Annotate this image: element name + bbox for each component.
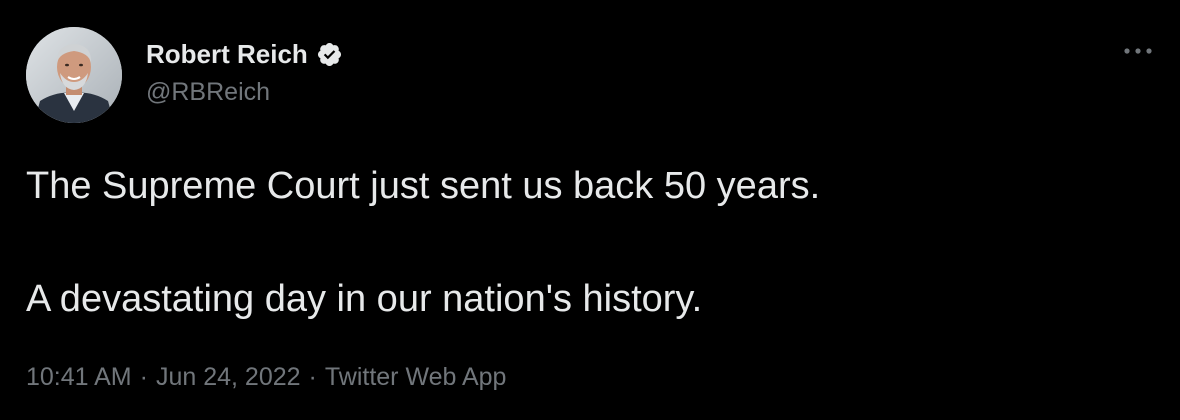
avatar-photo	[26, 27, 122, 123]
meta-separator: ·	[139, 363, 148, 391]
tweet-card: Robert Reich @RBReich The Supreme Court …	[0, 0, 1180, 420]
tweet-text-line: A devastating day in our nation's histor…	[26, 278, 703, 320]
tweet-text-line: The Supreme Court just sent us back 50 y…	[26, 165, 821, 207]
avatar[interactable]	[26, 27, 122, 123]
tweet-date[interactable]: Jun 24, 2022	[156, 363, 301, 391]
tweet-metadata: 10:41 AM · Jun 24, 2022 · Twitter Web App	[26, 361, 506, 393]
meta-separator: ·	[308, 363, 317, 391]
more-options-icon[interactable]	[1118, 34, 1158, 68]
tweet-source[interactable]: Twitter Web App	[325, 363, 507, 391]
verified-badge-icon	[316, 41, 343, 68]
author-handle[interactable]: @RBReich	[146, 78, 270, 107]
author-name-row: Robert Reich	[146, 37, 343, 71]
author-display-name[interactable]: Robert Reich	[146, 39, 308, 70]
tweet-time[interactable]: 10:41 AM	[26, 363, 132, 391]
